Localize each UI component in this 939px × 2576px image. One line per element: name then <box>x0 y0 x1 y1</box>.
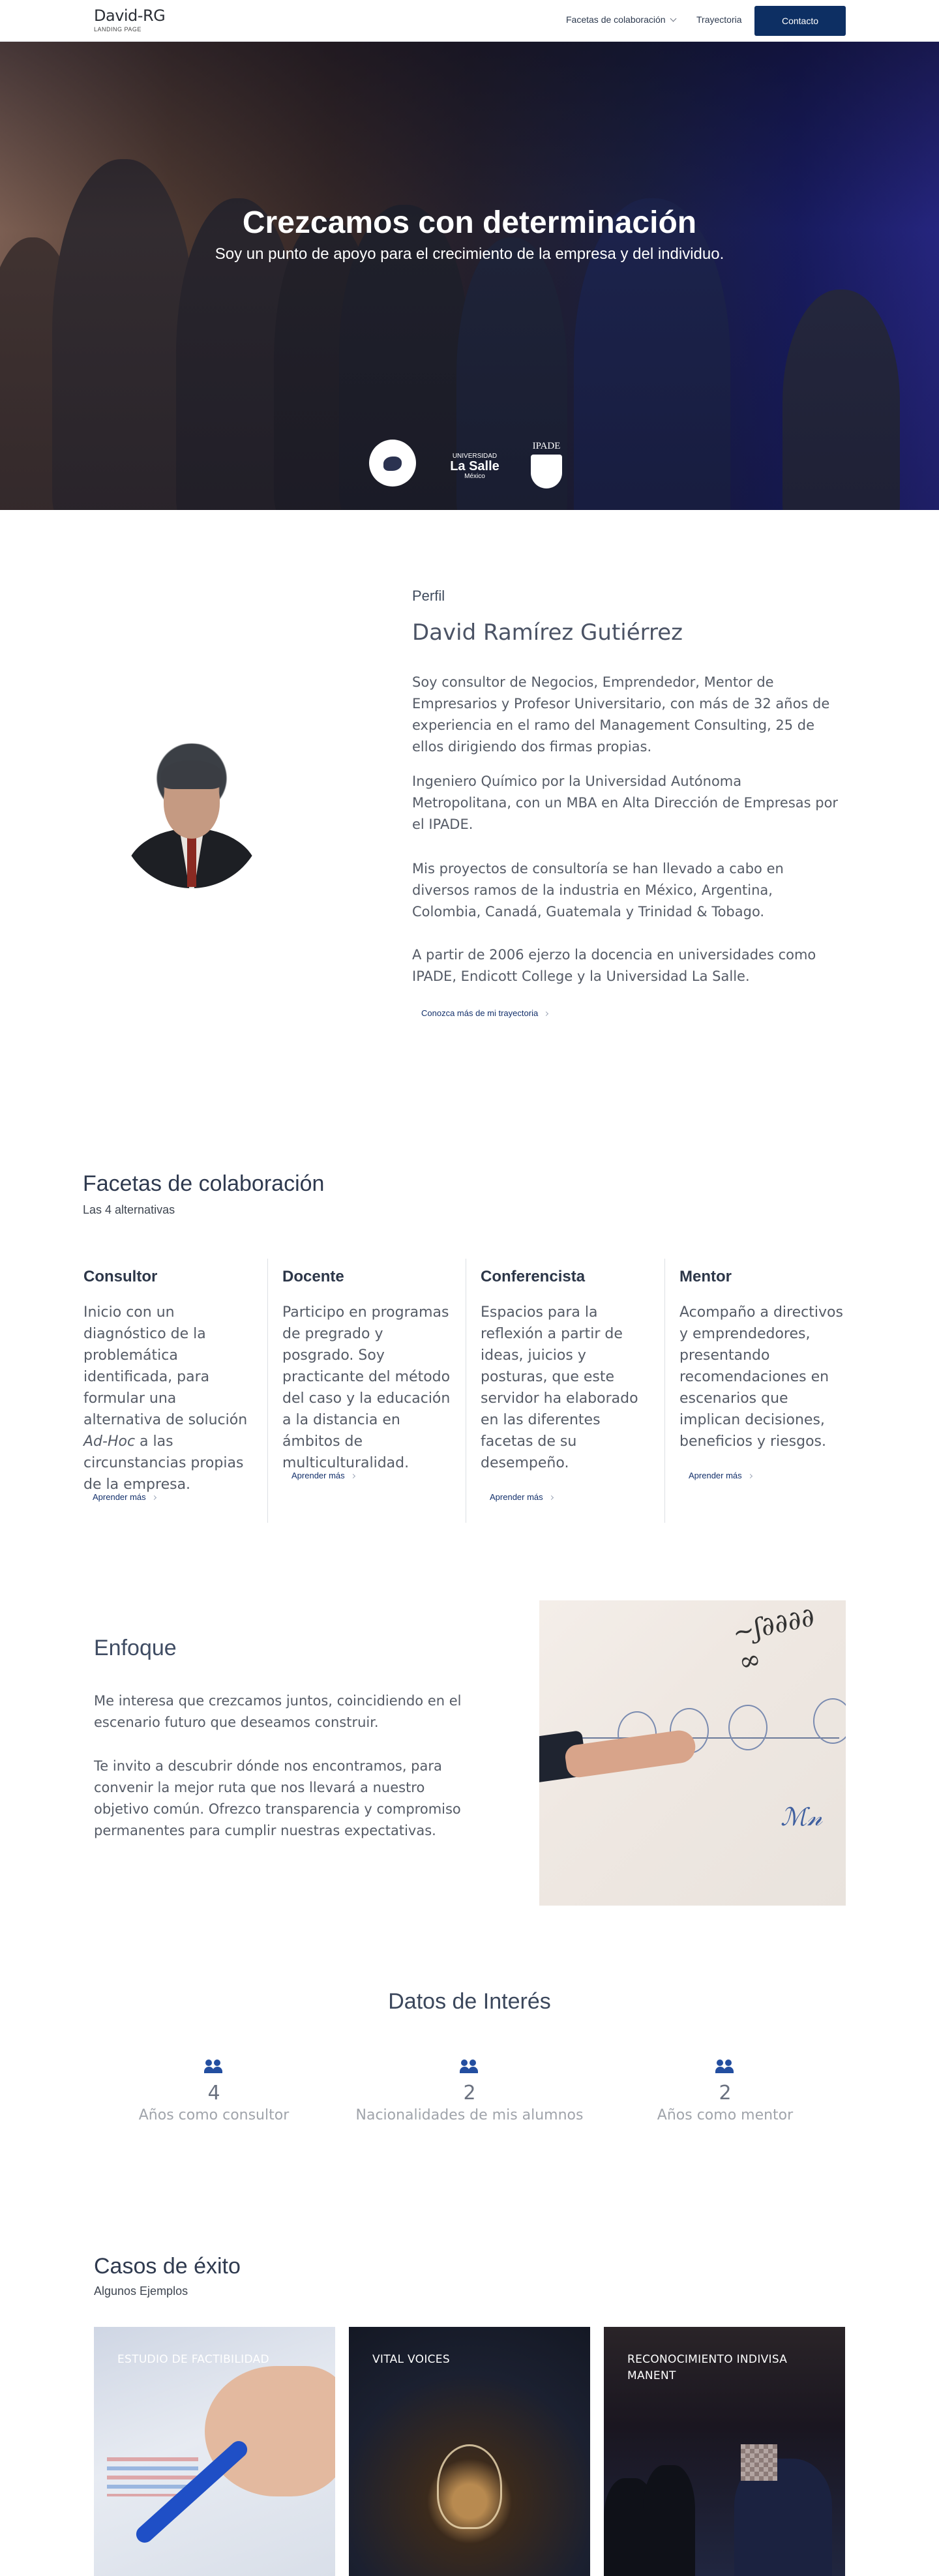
aprender-mas-label: Aprender más <box>93 1492 146 1502</box>
stat-label: Nacionalidades de mis alumnos <box>355 2107 584 2123</box>
perfil-paragraph: A partir de 2006 ejerzo la docencia en u… <box>412 947 816 984</box>
users-icon <box>204 2059 224 2074</box>
shield-icon <box>531 455 562 488</box>
trayectoria-link[interactable]: Conozca más de mi trayectoria <box>421 1008 549 1018</box>
stat-value: 4 <box>207 2082 220 2104</box>
casos-title: Casos de éxito <box>94 2254 241 2279</box>
brand-subtitle: LANDING PAGE <box>94 26 142 33</box>
lasalle-logo: UNIVERSIDAD La Salle México <box>442 453 507 480</box>
chevron-right-icon <box>350 1473 355 1479</box>
case-title: RECONOCIMIENTO INDIVISA MANENT <box>627 2353 788 2382</box>
facet-title: Mentor <box>679 1268 732 1285</box>
facet-card-docente: Docente Participo en programas de pregra… <box>267 1259 450 1523</box>
eagle-logo-icon <box>369 440 416 487</box>
case-title: ESTUDIO DE FACTIBILIDAD <box>117 2353 269 2366</box>
photo-hand <box>205 2366 335 2496</box>
brand-logo[interactable]: David-RG LANDING PAGE <box>94 7 166 33</box>
pixelated-face <box>741 2444 777 2481</box>
case-card-factibilidad[interactable]: ESTUDIO DE FACTIBILIDAD <box>94 2327 335 2576</box>
trayectoria-link-label: Conozca más de mi trayectoria <box>421 1008 539 1018</box>
case-card-reconocimiento[interactable]: RECONOCIMIENTO INDIVISA MANENT <box>604 2327 845 2576</box>
whiteboard-image: ~ʃ∂∂∂∂ ∞ ℳ𝓃 <box>539 1600 846 1906</box>
photo-figure <box>643 2465 695 2576</box>
casos-subtitle: Algunos Ejemplos <box>94 2284 188 2298</box>
stat-label: Años como mentor <box>657 2107 794 2123</box>
stat-mentor: 2 Años como mentor <box>595 2059 856 2123</box>
facet-body: Participo en programas de pregrado y pos… <box>282 1304 451 1471</box>
aprender-mas-link[interactable]: Aprender más <box>93 1492 156 1502</box>
facet-body: Acompaño a directivos y emprendedores, p… <box>679 1304 843 1450</box>
brand-title: David-RG <box>94 7 166 25</box>
chevron-right-icon <box>747 1473 753 1479</box>
facetas-subtitle: Las 4 alternativas <box>83 1203 175 1216</box>
profile-photo <box>119 743 264 888</box>
lasalle-logo-city: México <box>464 473 485 480</box>
hero-title: Crezcamos con determinación <box>242 205 697 240</box>
aprender-mas-link[interactable]: Aprender más <box>490 1492 554 1502</box>
perfil-paragraph: Soy consultor de Negocios, Emprendedor, … <box>412 674 830 755</box>
facet-title: Conferencista <box>481 1268 586 1285</box>
partner-logos: UNIVERSIDAD La Salle México IPADE <box>365 440 574 492</box>
aprender-mas-label: Aprender más <box>291 1471 345 1480</box>
facet-title: Docente <box>282 1268 344 1285</box>
case-title: VITAL VOICES <box>372 2353 450 2366</box>
facet-body: Espacios para la reflexión a partir de i… <box>481 1304 638 1471</box>
hero-banner: Crezcamos con determinación Soy un punto… <box>0 42 939 510</box>
case-card-vital-voices[interactable]: VITAL VOICES <box>349 2327 590 2576</box>
board-scribble: ℳ𝓃 <box>781 1803 823 1831</box>
board-circle <box>728 1705 768 1750</box>
aprender-mas-link[interactable]: Aprender más <box>689 1471 753 1480</box>
stat-nacionalidades: 2 Nacionalidades de mis alumnos <box>339 2059 600 2123</box>
nav-facetas-label: Facetas de colaboración <box>566 14 666 25</box>
facet-card-mentor: Mentor Acompaño a directivos y emprended… <box>664 1259 843 1523</box>
perfil-paragraph: Ingeniero Químico por la Universidad Aut… <box>412 773 839 832</box>
stat-value: 2 <box>719 2082 732 2104</box>
chevron-right-icon <box>544 1011 549 1017</box>
hero-subtitle: Soy un punto de apoyo para el crecimient… <box>215 245 724 263</box>
facet-card-consultor: Consultor Inicio con un diagnóstico de l… <box>83 1259 260 1523</box>
ipade-logo-text: IPADE <box>532 441 561 451</box>
facet-body-emphasis: Ad-Hoc <box>83 1433 136 1450</box>
nav-trayectoria-link[interactable]: Trayectoria <box>696 14 742 25</box>
aprender-mas-link[interactable]: Aprender más <box>291 1471 355 1480</box>
ipade-logo: IPADE <box>528 441 565 488</box>
board-scribble: ~ʃ∂∂∂∂ ∞ <box>730 1602 818 1678</box>
chevron-down-icon <box>670 15 676 22</box>
facet-card-conferencista: Conferencista Espacios para la reflexión… <box>466 1259 642 1523</box>
lasalle-logo-text: La Salle <box>450 459 499 473</box>
facet-title: Consultor <box>83 1268 158 1285</box>
top-nav: David-RG LANDING PAGE Facetas de colabor… <box>0 0 939 42</box>
datos-title: Datos de Interés <box>388 1989 551 2014</box>
facetas-title: Facetas de colaboración <box>83 1171 325 1196</box>
users-icon <box>460 2059 479 2074</box>
lightbulb-icon <box>437 2444 502 2529</box>
perfil-name: David Ramírez Gutiérrez <box>412 620 683 646</box>
enfoque-paragraph: Me interesa que crezcamos juntos, coinci… <box>94 1693 462 1730</box>
stat-consultor: 4 Años como consultor <box>83 2059 344 2123</box>
photo-tie <box>187 835 196 887</box>
users-icon <box>715 2059 735 2074</box>
enfoque-title: Enfoque <box>94 1636 177 1660</box>
enfoque-paragraph: Te invito a descubrir dónde nos encontra… <box>94 1758 461 1838</box>
stat-label: Años como consultor <box>138 2107 290 2123</box>
aprender-mas-label: Aprender más <box>490 1492 543 1502</box>
stat-value: 2 <box>463 2082 476 2104</box>
facet-body: Inicio con un diagnóstico de la problemá… <box>83 1302 257 1495</box>
photo-hair <box>161 760 222 789</box>
contacto-button[interactable]: Contacto <box>754 6 846 36</box>
nav-facetas-dropdown[interactable]: Facetas de colaboración <box>566 14 676 25</box>
chevron-right-icon <box>151 1495 156 1501</box>
aprender-mas-label: Aprender más <box>689 1471 742 1480</box>
facet-body-text: Inicio con un diagnóstico de la problemá… <box>83 1304 248 1428</box>
chevron-right-icon <box>548 1495 554 1501</box>
perfil-paragraph: Mis proyectos de consultoría se han llev… <box>412 861 784 920</box>
perfil-kicker: Perfil <box>412 588 445 604</box>
